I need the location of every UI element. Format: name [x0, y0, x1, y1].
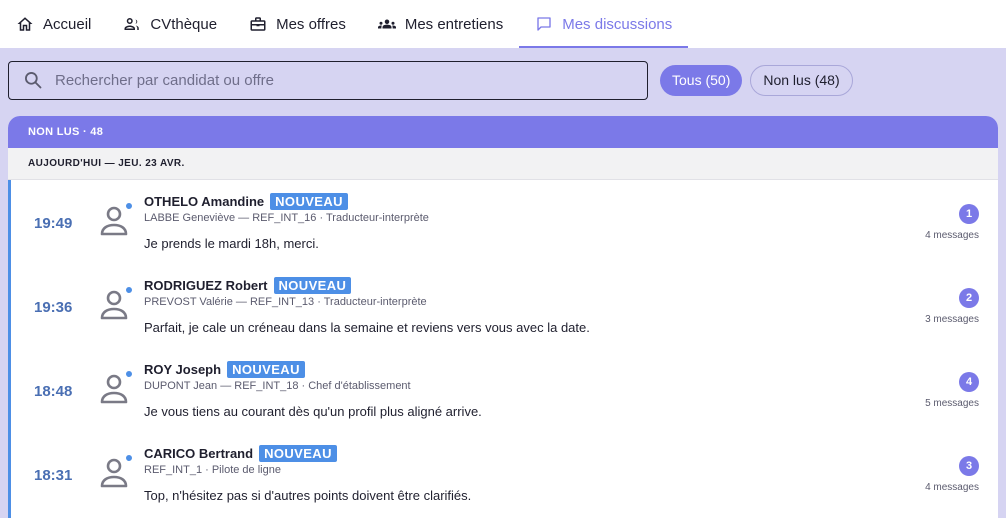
new-badge: NOUVEAU	[259, 445, 337, 462]
search-input[interactable]	[55, 71, 615, 89]
nav-label: Mes entretiens	[404, 15, 504, 33]
filter-all-button[interactable]: Tous (50)	[660, 64, 743, 96]
name-line: OTHELO Amandine NOUVEAU	[144, 193, 348, 210]
message-count: 5 messages	[925, 398, 979, 409]
conversation-row[interactable]: 18:31 CARICO Bertrand NOUVEAU REF_INT_1 …	[11, 432, 998, 516]
conversation-time: 18:48	[34, 383, 73, 400]
unread-dot-icon	[125, 454, 133, 462]
search-box[interactable]	[8, 60, 648, 100]
candidate-name: OTHELO Amandine	[144, 194, 265, 209]
nav-item-mes-discussions[interactable]: Mes discussions	[519, 0, 689, 48]
candidate-name: CARICO Bertrand	[144, 446, 254, 461]
conversation-row[interactable]: 18:48 ROY Joseph NOUVEAU DUPONT Jean — R…	[11, 348, 998, 432]
name-line: RODRIGUEZ Robert NOUVEAU	[144, 277, 352, 294]
avatar-icon	[99, 455, 129, 489]
nav-item-cvtheque[interactable]: CVthèque	[107, 0, 233, 48]
last-message: Top, n'hésitez pas si d'autres points do…	[144, 488, 472, 503]
briefcase-icon	[250, 17, 266, 31]
conversation-subtitle: REF_INT_1 · Pilote de ligne	[144, 464, 281, 476]
conversations-panel: NON LUS · 48 AUJOURD'HUI — JEU. 23 AVR. …	[8, 116, 998, 518]
last-message: Je prends le mardi 18h, merci.	[144, 236, 319, 251]
last-message: Je vous tiens au courant dès qu'un profi…	[144, 404, 482, 419]
top-nav: Accueil CVthèque Mes offres Mes entretie…	[0, 0, 1006, 48]
unread-dot-icon	[125, 286, 133, 294]
message-count: 4 messages	[925, 230, 979, 241]
unread-dot-icon	[125, 202, 133, 210]
search-icon	[25, 72, 42, 89]
search-row: Tous (50) Non lus (48)	[8, 60, 998, 100]
message-count: 4 messages	[925, 482, 979, 493]
message-count: 3 messages	[925, 314, 979, 325]
new-badge: NOUVEAU	[273, 277, 352, 294]
candidate-name: ROY Joseph	[144, 362, 222, 377]
nav-label: Mes discussions	[562, 15, 673, 33]
conversation-list: 19:49 OTHELO Amandine NOUVEAU LABBE Gene…	[8, 180, 998, 518]
conversation-subtitle: LABBE Geneviève — REF_INT_16 · Traducteu…	[144, 212, 429, 224]
people-icon	[124, 18, 140, 30]
unread-count-badge: 2	[959, 288, 979, 308]
conversation-time: 19:36	[34, 299, 73, 316]
group-icon	[377, 19, 396, 29]
conversation-subtitle: DUPONT Jean — REF_INT_18 · Chef d'établi…	[144, 380, 411, 392]
nav-item-mes-offres[interactable]: Mes offres	[233, 0, 362, 48]
name-line: ROY Joseph NOUVEAU	[144, 361, 305, 378]
last-message: Parfait, je cale un créneau dans la sema…	[144, 320, 590, 335]
nav-label: Mes offres	[276, 15, 346, 33]
conversation-time: 18:31	[34, 467, 73, 484]
nav-item-mes-entretiens[interactable]: Mes entretiens	[362, 0, 519, 48]
day-header: AUJOURD'HUI — JEU. 23 AVR.	[8, 148, 998, 180]
unread-section-header: NON LUS · 48	[8, 116, 998, 148]
conversation-time: 19:49	[34, 215, 73, 232]
nav-label: CVthèque	[150, 15, 218, 33]
unread-count-badge: 1	[959, 204, 979, 224]
home-icon	[17, 17, 33, 31]
new-badge: NOUVEAU	[270, 193, 348, 210]
unread-count-badge: 4	[959, 372, 979, 392]
avatar-icon	[99, 203, 129, 237]
chat-icon	[537, 17, 551, 31]
conversation-subtitle: PREVOST Valérie — REF_INT_13 · Traducteu…	[144, 296, 427, 308]
nav-item-accueil[interactable]: Accueil	[0, 0, 107, 48]
new-badge: NOUVEAU	[227, 361, 305, 378]
avatar-icon	[99, 371, 129, 405]
conversation-row[interactable]: 19:36 RODRIGUEZ Robert NOUVEAU PREVOST V…	[11, 264, 998, 348]
filter-unread-button[interactable]: Non lus (48)	[750, 64, 853, 96]
candidate-name: RODRIGUEZ Robert	[144, 278, 268, 293]
name-line: CARICO Bertrand NOUVEAU	[144, 445, 337, 462]
conversation-row[interactable]: 19:49 OTHELO Amandine NOUVEAU LABBE Gene…	[11, 180, 998, 264]
unread-dot-icon	[125, 370, 133, 378]
unread-count-badge: 3	[959, 456, 979, 476]
nav-label: Accueil	[43, 15, 92, 33]
avatar-icon	[99, 287, 129, 321]
